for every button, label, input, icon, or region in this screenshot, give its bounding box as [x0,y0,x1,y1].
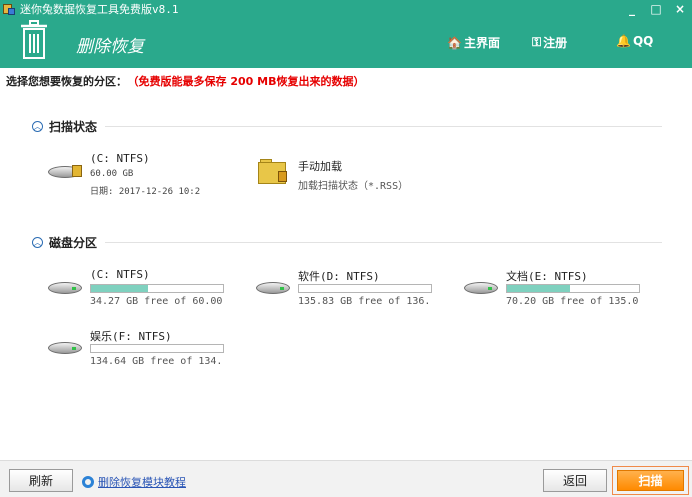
trash-icon [21,20,47,59]
free-space: 134.64 GB free of 134. [90,356,223,367]
app-icon [2,2,16,16]
window-title: 迷你兔数据恢复工具免费版v8.1 [20,3,179,16]
partition-name: 文档(E: NTFS) [506,270,588,283]
saved-scan-name: (C: NTFS) [90,152,150,165]
saved-scan-date: 日期: 2017-12-26 10:2 [90,187,201,197]
window-controls: _ □ × [620,0,692,18]
nav-home[interactable]: 🏠 主界面 [447,34,500,51]
free-limit-notice: （免费版能最多保存 200 MB恢复出来的数据） [133,75,365,88]
key-icon: ⚿ [532,35,542,49]
nav-register[interactable]: ⚿ 注册 [532,34,567,51]
scan-status-heading: 扫描状态 [49,120,98,134]
free-space: 70.20 GB free of 135.0 [506,296,639,307]
section-divider [105,126,662,127]
collapse-icon[interactable]: ︿ [32,237,43,248]
locked-drive-icon [48,162,84,180]
partition-name: 软件(D: NTFS) [298,270,380,283]
partition-item-f[interactable]: 娱乐(F: NTFS) 134.64 GB free of 134. [48,326,238,372]
help-link-text[interactable]: 删除恢复模块教程 [98,474,186,490]
hard-drive-icon [48,278,84,296]
usage-bar [298,284,432,293]
header: 删除恢复 🏠 主界面 ⚿ 注册 🔔 QQ [0,18,692,68]
partition-prompt: 选择您想要恢复的分区： （免费版能最多保存 200 MB恢复出来的数据） [6,73,364,89]
partition-name: 娱乐(F: NTFS) [90,330,172,343]
saved-scan-c[interactable]: (C: NTFS) 60.00 GB 日期: 2017-12-26 10:2 [48,150,228,200]
nav-qq[interactable]: 🔔 QQ [616,34,653,48]
hard-drive-icon [464,278,500,296]
nav-register-label: 注册 [543,36,568,50]
scan-button-focus: 扫描 [612,466,689,495]
close-button[interactable]: × [668,0,692,18]
saved-scan-size: 60.00 GB [90,169,134,179]
nav-home-label: 主界面 [463,36,500,50]
maximize-button[interactable]: □ [644,0,668,18]
title-bar: 迷你兔数据恢复工具免费版v8.1 _ □ × [0,0,692,18]
prompt-label: 选择您想要恢复的分区： [6,75,127,88]
partitions-section: ︿ 磁盘分区 [32,234,662,251]
footer-bar: 刷新 删除恢复模块教程 返回 扫描 [0,460,692,497]
free-space: 135.83 GB free of 136. [298,296,431,307]
qq-icon: 🔔 [616,34,631,48]
manual-load-item[interactable]: 手动加载 加载扫描状态（*.RSS） [258,155,438,195]
manual-load-title: 手动加载 [298,160,342,173]
usage-bar [506,284,640,293]
collapse-icon[interactable]: ︿ [32,121,43,132]
minimize-button[interactable]: _ [620,0,644,18]
usage-bar [90,344,224,353]
nav-qq-label: QQ [632,34,654,48]
free-space: 34.27 GB free of 60.00 [90,296,223,307]
hard-drive-icon [48,338,84,356]
partition-name: (C: NTFS) [90,268,150,281]
manual-load-desc: 加载扫描状态（*.RSS） [298,181,409,192]
refresh-button[interactable]: 刷新 [9,469,73,492]
section-divider [105,242,662,243]
partition-item-e[interactable]: 文档(E: NTFS) 70.20 GB free of 135.0 [464,266,654,312]
partitions-heading: 磁盘分区 [49,236,98,250]
folder-icon [258,159,288,185]
hard-drive-icon [256,278,292,296]
usage-bar [90,284,224,293]
partition-item-c[interactable]: (C: NTFS) 34.27 GB free of 60.00 [48,266,238,312]
scan-status-section: ︿ 扫描状态 [32,118,662,135]
help-link[interactable]: 删除恢复模块教程 [82,474,186,490]
partition-item-d[interactable]: 软件(D: NTFS) 135.83 GB free of 136. [256,266,446,312]
back-button[interactable]: 返回 [543,469,607,492]
home-icon: 🏠 [447,35,462,50]
scan-button[interactable]: 扫描 [617,470,684,491]
help-icon [82,476,94,488]
page-title: 删除恢复 [76,37,144,57]
